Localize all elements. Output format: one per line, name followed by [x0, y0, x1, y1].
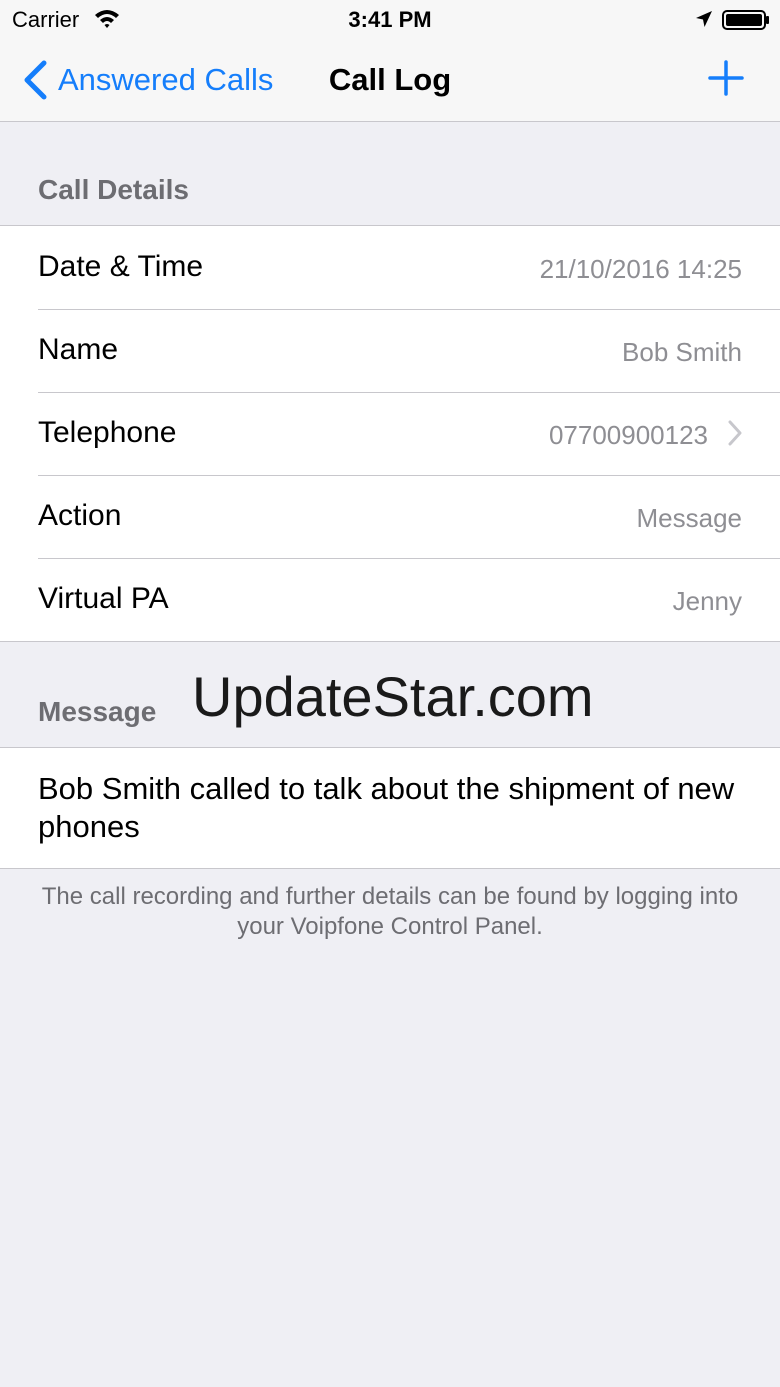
row-value: 21/10/2016 14:25 [539, 254, 742, 284]
row-label: Telephone [38, 416, 177, 449]
row-virtual-pa: Virtual PA Jenny [0, 558, 780, 641]
call-details-group: Date & Time 21/10/2016 14:25 Name Bob Sm… [0, 225, 780, 642]
battery-icon [722, 10, 769, 30]
section-header-call-details: Call Details [38, 174, 189, 205]
row-name: Name Bob Smith [0, 309, 780, 392]
status-time: 3:41 PM [348, 7, 432, 32]
navigation-bar: Answered Calls Call Log [0, 40, 780, 122]
status-bar: Carrier 3:41 PM [0, 0, 780, 40]
footer-note: The call recording and further details c… [41, 883, 739, 940]
row-label: Action [38, 499, 122, 532]
row-label: Date & Time [38, 250, 204, 283]
chevron-right-icon [728, 420, 742, 446]
location-arrow-icon [696, 11, 712, 27]
row-action: Action Message [0, 475, 780, 558]
row-date-time: Date & Time 21/10/2016 14:25 [0, 226, 780, 309]
row-value: 07700900123 [548, 420, 708, 450]
row-label: Name [38, 333, 119, 366]
row-label: Virtual PA [38, 582, 169, 615]
section-header-message: Message [38, 696, 157, 727]
message-group: Bob Smith called to talk about the shipm… [0, 747, 780, 869]
row-value: Jenny [672, 586, 742, 616]
watermark: UpdateStar.com [192, 665, 594, 728]
row-value: Message [636, 503, 743, 533]
row-telephone[interactable]: Telephone 07700900123 [0, 392, 780, 475]
page-title: Call Log [328, 62, 452, 97]
plus-icon[interactable] [708, 60, 744, 96]
message-text: Bob Smith called to talk about the shipm… [38, 771, 735, 844]
row-value: Bob Smith [622, 337, 742, 367]
